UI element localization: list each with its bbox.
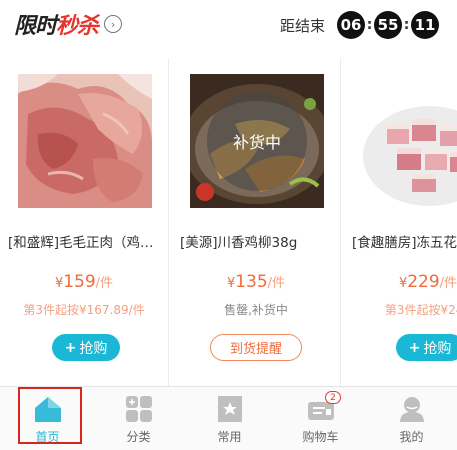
product-price: ¥159/件 bbox=[54, 272, 114, 292]
product-name[interactable]: [美源]川香鸡柳38g bbox=[180, 231, 340, 251]
countdown-seconds: 11 bbox=[411, 11, 439, 39]
chicken-strips-image[interactable]: 补货中 bbox=[190, 74, 324, 208]
flash-sale-header: 限时秒杀 › 距结束 06 : 55 : 11 bbox=[0, 0, 457, 50]
buy-now-button[interactable]: + 抢购 bbox=[396, 334, 457, 361]
chevron-right-icon[interactable]: › bbox=[104, 15, 123, 33]
cart-count-badge: 2 bbox=[325, 391, 341, 404]
tab-category[interactable]: 分类 bbox=[93, 387, 184, 450]
countdown-hours: 06 bbox=[337, 11, 365, 39]
restocking-overlay: 补货中 bbox=[207, 91, 307, 191]
product-name[interactable]: [食趣膳房]冻五花 bbox=[352, 231, 457, 251]
countdown-minutes: 55 bbox=[374, 11, 402, 39]
tab-label: 首页 bbox=[35, 430, 60, 444]
category-icon bbox=[126, 396, 152, 422]
tab-label: 分类 bbox=[126, 430, 151, 444]
buy-now-button[interactable]: + 抢购 bbox=[52, 334, 120, 361]
flash-sale-brand[interactable]: 限时秒杀 › bbox=[14, 10, 123, 39]
bulk-discount-text: 第3件起按¥243 bbox=[384, 303, 457, 317]
restock-reminder-button[interactable]: 到货提醒 bbox=[210, 334, 302, 361]
product-price: ¥229/件 bbox=[398, 272, 457, 292]
countdown-timer: 距结束 06 : 55 : 11 bbox=[280, 11, 439, 39]
profile-icon bbox=[400, 397, 424, 422]
time-separator: : bbox=[366, 17, 373, 33]
tab-label: 常用 bbox=[217, 430, 242, 444]
favorites-icon bbox=[218, 396, 242, 422]
tab-cart[interactable]: 2 购物车 bbox=[275, 387, 366, 450]
plus-icon: + bbox=[64, 339, 77, 356]
tab-profile[interactable]: 我的 bbox=[366, 387, 457, 450]
bottom-tab-bar: 首页 分类 常用 2 购物车 我的 bbox=[0, 386, 457, 450]
product-card[interactable]: [食趣膳房]冻五花 ¥229/件 第3件起按¥243 +抢购 bbox=[344, 58, 457, 386]
product-price: ¥135/件 bbox=[226, 272, 286, 292]
tab-label: 购物车 bbox=[302, 430, 339, 444]
flash-sale-logo: 限时秒杀 bbox=[14, 14, 99, 39]
countdown-label: 距结束 bbox=[279, 16, 325, 35]
pork-cubes-image[interactable] bbox=[362, 74, 457, 208]
plus-icon: + bbox=[408, 339, 421, 356]
product-card[interactable]: 补货中 [美源]川香鸡柳38g ¥135/件 售罄,补货中 到货提醒 bbox=[172, 58, 341, 386]
home-icon bbox=[35, 397, 61, 422]
product-card[interactable]: [和盛辉]毛毛正肉（鸡… ¥159/件 第3件起按¥167.89/件 + 抢购 bbox=[0, 58, 169, 386]
product-name[interactable]: [和盛辉]毛毛正肉（鸡… bbox=[8, 231, 168, 251]
chicken-meat-image[interactable] bbox=[18, 74, 152, 208]
tab-favorites[interactable]: 常用 bbox=[184, 387, 275, 450]
product-carousel[interactable]: [和盛辉]毛毛正肉（鸡… ¥159/件 第3件起按¥167.89/件 + 抢购 补… bbox=[0, 58, 457, 386]
sold-out-status: 售罄,补货中 bbox=[224, 303, 288, 317]
bulk-discount-text: 第3件起按¥167.89/件 bbox=[23, 303, 145, 317]
time-separator: : bbox=[403, 17, 410, 33]
tab-home[interactable]: 首页 bbox=[2, 387, 93, 450]
tab-label: 我的 bbox=[399, 430, 424, 444]
